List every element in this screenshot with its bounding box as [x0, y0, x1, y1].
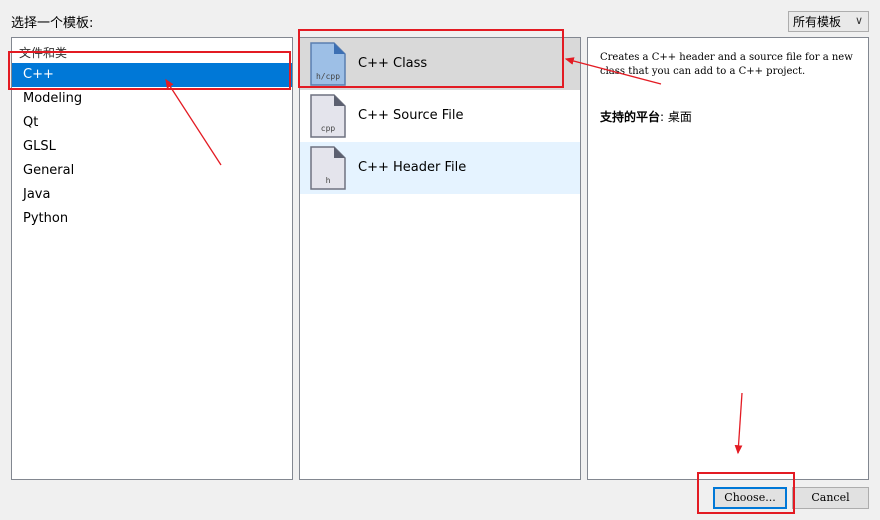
category-group-title: 文件和类: [19, 46, 68, 60]
file-icon-label: cpp: [321, 124, 336, 133]
file-icon-label: h: [326, 176, 331, 185]
platform-label: 支持的平台: [600, 110, 661, 124]
filter-selected-value: 所有模板: [793, 15, 842, 29]
category-item-cpp[interactable]: C++: [12, 63, 292, 87]
chevron-down-icon: ∨: [854, 14, 863, 27]
category-list[interactable]: 文件和类 C++ Modeling Qt GLSL General Java P…: [11, 37, 293, 480]
template-item-cpp-source[interactable]: cpp C++ Source File: [300, 90, 580, 142]
category-item-python[interactable]: Python: [12, 207, 292, 231]
template-filter-dropdown[interactable]: 所有模板 ∨: [788, 11, 869, 32]
template-item-cpp-class[interactable]: h/cpp C++ Class: [300, 38, 580, 90]
cpp-source-file-icon: cpp: [310, 94, 346, 138]
template-name: C++ Class: [358, 56, 428, 71]
template-item-cpp-header[interactable]: h C++ Header File: [300, 142, 580, 194]
choose-template-label: 选择一个模板:: [11, 16, 94, 31]
category-item-general[interactable]: General: [12, 159, 292, 183]
supported-platforms: 支持的平台: 桌面: [600, 108, 692, 125]
description-panel: Creates a C++ header and a source file f…: [587, 37, 869, 480]
template-description: Creates a C++ header and a source file f…: [600, 52, 853, 77]
category-item-java[interactable]: Java: [12, 183, 292, 207]
template-name: C++ Source File: [358, 108, 464, 123]
choose-button[interactable]: Choose...: [713, 487, 787, 509]
cpp-class-file-icon: h/cpp: [310, 42, 346, 86]
cpp-header-file-icon: h: [310, 146, 346, 190]
category-item-modeling[interactable]: Modeling: [12, 87, 292, 111]
category-item-glsl[interactable]: GLSL: [12, 135, 292, 159]
category-item-qt[interactable]: Qt: [12, 111, 292, 135]
template-name: C++ Header File: [358, 160, 467, 175]
template-list[interactable]: h/cpp C++ Class cpp C++ Source File h C+…: [299, 37, 581, 480]
cancel-button[interactable]: Cancel: [792, 487, 869, 509]
file-icon-label: h/cpp: [316, 72, 340, 81]
platform-value: : 桌面: [660, 110, 692, 124]
